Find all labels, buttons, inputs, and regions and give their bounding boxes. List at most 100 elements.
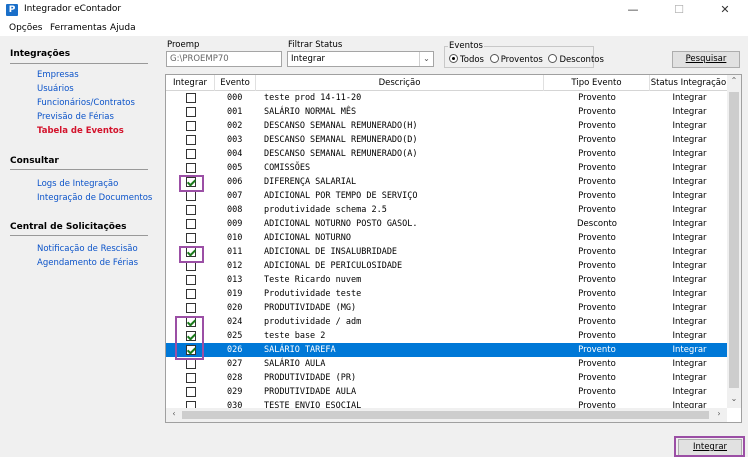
integrar-checkbox[interactable] <box>186 275 196 285</box>
sidebar-item-previsao-ferias[interactable]: Previsão de Férias <box>37 112 114 122</box>
divider <box>10 63 148 64</box>
descricao-cell: produtividade schema 2.5 <box>264 205 387 215</box>
table-row[interactable]: 004 DESCANSO SEMANAL REMUNERADO(A) Provent… <box>166 147 727 161</box>
evento-cell: 009 <box>227 219 243 229</box>
sidebar-item-funcionarios[interactable]: Funcionários/Contratos <box>37 98 135 108</box>
menu-ferramentas[interactable]: Ferramentas <box>50 23 107 33</box>
vertical-scrollbar[interactable]: ⌃ ⌄ <box>727 75 741 408</box>
evento-cell: 010 <box>227 233 243 243</box>
table-row[interactable]: 028 PRODUTIVIDADE (PR) Provento Integrar <box>166 371 727 385</box>
col-status[interactable]: Status Integração <box>650 75 727 91</box>
status-filter-select[interactable]: Integrar ⌄ <box>287 51 434 67</box>
table-row[interactable]: 029 PRODUTIVIDADE AULA Provento Integrar <box>166 385 727 399</box>
radio-todos[interactable]: Todos <box>449 54 484 65</box>
descricao-cell: Teste Ricardo nuvem <box>264 275 362 285</box>
integrar-checkbox[interactable] <box>186 149 196 159</box>
integrar-checkbox[interactable] <box>186 191 196 201</box>
radio-proventos[interactable]: Proventos <box>489 54 543 65</box>
table-row[interactable]: 012 ADICIONAL DE PERICULOSIDADE Provento In… <box>166 259 727 273</box>
tipo-evento-cell: Provento <box>578 331 616 341</box>
scroll-up-icon[interactable]: ⌃ <box>727 76 741 85</box>
integrar-checkbox[interactable] <box>186 135 196 145</box>
integrar-cell <box>166 273 215 287</box>
integrar-checkbox[interactable] <box>186 93 196 103</box>
scroll-down-icon[interactable]: ⌄ <box>727 394 741 403</box>
col-evento[interactable]: Evento <box>215 75 256 91</box>
table-row[interactable]: 020 PRODUTIVIDADE (MG) Provento Integrar <box>166 301 727 315</box>
radio-descontos[interactable]: Descontos <box>548 54 604 65</box>
col-integrar[interactable]: Integrar <box>166 75 215 91</box>
integrar-checkbox[interactable] <box>186 233 196 243</box>
scroll-right-icon[interactable]: › <box>712 409 726 418</box>
descricao-cell: COMISSÕES <box>264 163 311 173</box>
scroll-left-icon[interactable]: ‹ <box>167 409 181 418</box>
integrar-cell <box>166 147 215 161</box>
menu-ajuda[interactable]: Ajuda <box>110 23 136 33</box>
table-row[interactable]: 019 Produtividade teste Provento Integrar <box>166 287 727 301</box>
integrar-checkbox[interactable] <box>186 373 196 383</box>
table-row[interactable]: 000 teste prod 14-11-20 Provento Integrar <box>166 91 727 105</box>
highlight-box <box>674 436 745 457</box>
chevron-down-icon[interactable]: ⌄ <box>419 52 433 66</box>
sidebar-item-usuarios[interactable]: Usuários <box>37 84 74 94</box>
sidebar-item-agendamento-ferias[interactable]: Agendamento de Férias <box>37 258 138 268</box>
table-row[interactable]: 002 DESCANSO SEMANAL REMUNERADO(H) Provent… <box>166 119 727 133</box>
minimize-icon[interactable]: — <box>610 0 656 20</box>
table-row[interactable]: 027 SALÁRIO AULA Provento Integrar <box>166 357 727 371</box>
tipo-evento-cell: Provento <box>578 149 616 159</box>
integrar-cell <box>166 133 215 147</box>
table-row[interactable]: 006 DIFERENÇA SALARIAL Provento Integrar <box>166 175 727 189</box>
sidebar-item-tabela-eventos[interactable]: Tabela de Eventos <box>37 126 124 136</box>
col-tipo-evento[interactable]: Tipo Evento <box>544 75 650 91</box>
sidebar-item-logs[interactable]: Logs de Integração <box>37 179 118 189</box>
descricao-cell: PRODUTIVIDADE (PR) <box>264 373 357 383</box>
events-table: Integrar Evento Descrição Tipo Evento St… <box>165 74 742 423</box>
status-filter-label: Filtrar Status <box>288 40 343 50</box>
table-row[interactable]: 009 ADICIONAL NOTURNO POSTO GASOL. Descont… <box>166 217 727 231</box>
integrar-cell <box>166 91 215 105</box>
descricao-cell: produtividade / adm <box>264 317 362 327</box>
status-cell: Integrar <box>672 233 707 243</box>
table-row[interactable]: 008 produtividade schema 2.5 Provento Integ… <box>166 203 727 217</box>
scroll-thumb[interactable] <box>182 411 709 419</box>
table-row[interactable]: 010 ADICIONAL NOTURNO Provento Integrar <box>166 231 727 245</box>
highlight-box <box>179 175 204 192</box>
sidebar-item-rescisao[interactable]: Notificação de Rescisão <box>37 244 138 254</box>
table-row[interactable]: 026 SALÁRIO TAREFA Provento Integrar <box>166 343 727 357</box>
table-row[interactable]: 011 ADICIONAL DE INSALUBRIDADE Provento Int… <box>166 245 727 259</box>
integrar-checkbox[interactable] <box>186 163 196 173</box>
integrar-checkbox[interactable] <box>186 121 196 131</box>
evento-cell: 012 <box>227 261 243 271</box>
status-cell: Integrar <box>672 303 707 313</box>
table-row[interactable]: 003 DESCANSO SEMANAL REMUNERADO(D) Provent… <box>166 133 727 147</box>
sidebar-item-empresas[interactable]: Empresas <box>37 70 79 80</box>
integrar-checkbox[interactable] <box>186 359 196 369</box>
table-row[interactable]: 013 Teste Ricardo nuvem Provento Integrar <box>166 273 727 287</box>
sidebar-item-documentos[interactable]: Integração de Documentos <box>37 193 152 203</box>
status-cell: Integrar <box>672 149 707 159</box>
integrar-checkbox[interactable] <box>186 107 196 117</box>
scroll-thumb[interactable] <box>729 92 739 388</box>
proemp-field[interactable]: G:\PROEMP70 <box>166 51 282 67</box>
maximize-icon[interactable]: ☐ <box>656 0 702 20</box>
col-descricao[interactable]: Descrição <box>256 75 544 91</box>
integrar-checkbox[interactable] <box>186 303 196 313</box>
table-row[interactable]: 024 produtividade / adm Provento Integrar <box>166 315 727 329</box>
table-row[interactable]: 001 SALÁRIO NORMAL MÊS Provento Integrar <box>166 105 727 119</box>
integrar-checkbox[interactable] <box>186 387 196 397</box>
integrar-checkbox[interactable] <box>186 205 196 215</box>
close-icon[interactable]: ✕ <box>702 0 748 20</box>
integrar-cell <box>166 287 215 301</box>
table-row[interactable]: 007 ADICIONAL POR TEMPO DE SERVIÇO Provent… <box>166 189 727 203</box>
table-row[interactable]: 025 teste base 2 Provento Integrar <box>166 329 727 343</box>
tipo-evento-cell: Provento <box>578 107 616 117</box>
menu-opcoes[interactable]: Opções <box>9 23 42 33</box>
integrar-checkbox[interactable] <box>186 219 196 229</box>
integrar-checkbox[interactable] <box>186 289 196 299</box>
tipo-evento-cell: Provento <box>578 121 616 131</box>
horizontal-scrollbar[interactable]: ‹ › <box>166 408 727 422</box>
table-row[interactable]: 005 COMISSÕES Provento Integrar <box>166 161 727 175</box>
search-button[interactable]: Pesquisar <box>672 51 740 68</box>
descricao-cell: ADICIONAL NOTURNO POSTO GASOL. <box>264 219 418 229</box>
radio-descontos-label: Descontos <box>559 55 604 65</box>
